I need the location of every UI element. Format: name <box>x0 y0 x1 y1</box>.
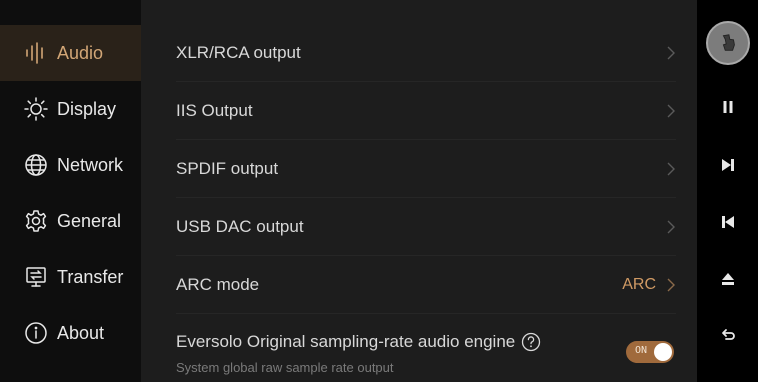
toggle-state-label: ON <box>635 345 648 356</box>
chevron-right-icon <box>666 103 676 119</box>
sidebar-item-label: Transfer <box>57 266 124 287</box>
setting-label: USB DAC output <box>176 216 304 236</box>
setting-row-arc-mode[interactable]: ARC mode ARC <box>176 256 676 314</box>
sidebar-item-network[interactable]: Network <box>0 137 141 193</box>
setting-label: IIS Output <box>176 100 253 120</box>
engine-sublabel: System global raw sample rate output <box>176 360 394 375</box>
sidebar-item-general[interactable]: General <box>0 193 141 249</box>
setting-label: SPDIF output <box>176 158 279 178</box>
audio-settings-panel: XLR/RCA output IIS Output SPDIF output U… <box>141 0 697 382</box>
sidebar-item-label: About <box>57 322 105 343</box>
help-icon[interactable] <box>521 332 541 352</box>
chevron-right-icon <box>666 219 676 235</box>
transfer-icon <box>24 265 48 289</box>
setting-label: ARC mode <box>176 274 260 294</box>
engine-label: Eversolo Original sampling-rate audio en… <box>176 332 516 351</box>
sidebar-item-display[interactable]: Display <box>0 81 141 137</box>
sidebar: Audio Display Network General Transfer A… <box>0 0 141 382</box>
audio-bars-icon <box>24 41 48 65</box>
sun-icon <box>24 97 48 121</box>
previous-icon <box>722 216 734 228</box>
previous-button[interactable] <box>717 211 739 233</box>
sidebar-item-label: General <box>57 210 122 231</box>
hand-icon <box>722 34 735 51</box>
control-strip <box>697 0 758 382</box>
globe-icon <box>24 153 48 177</box>
sidebar-item-label: Audio <box>57 42 104 63</box>
toggle-knob <box>654 343 672 361</box>
chevron-right-icon <box>666 45 676 61</box>
pause-icon <box>723 101 733 113</box>
setting-row-spdif[interactable]: SPDIF output <box>176 140 676 198</box>
setting-row-xlr-rca[interactable]: XLR/RCA output <box>176 24 676 82</box>
avatar[interactable] <box>706 21 750 65</box>
sidebar-item-label: Display <box>57 98 117 119</box>
info-icon <box>24 321 48 345</box>
sidebar-item-label: Network <box>57 154 124 175</box>
setting-row-audio-engine: Eversolo Original sampling-rate audio en… <box>176 326 676 382</box>
chevron-right-icon <box>666 161 676 177</box>
eject-button[interactable] <box>717 268 739 290</box>
next-button[interactable] <box>717 154 739 176</box>
pause-button[interactable] <box>717 96 739 118</box>
back-icon <box>722 329 735 340</box>
back-button[interactable] <box>717 325 739 347</box>
sidebar-item-about[interactable]: About <box>0 305 141 361</box>
setting-row-usb-dac[interactable]: USB DAC output <box>176 198 676 256</box>
arc-mode-value: ARC <box>622 275 656 293</box>
setting-label: XLR/RCA output <box>176 42 301 62</box>
sidebar-item-audio[interactable]: Audio <box>0 25 141 81</box>
next-icon <box>722 159 734 171</box>
chevron-right-icon <box>666 277 676 293</box>
eject-icon <box>722 273 734 285</box>
setting-row-iis[interactable]: IIS Output <box>176 82 676 140</box>
gear-icon <box>24 209 48 233</box>
sidebar-item-transfer[interactable]: Transfer <box>0 249 141 305</box>
engine-label-wrap: Eversolo Original sampling-rate audio en… <box>176 332 541 352</box>
engine-toggle[interactable]: ON <box>626 341 674 363</box>
